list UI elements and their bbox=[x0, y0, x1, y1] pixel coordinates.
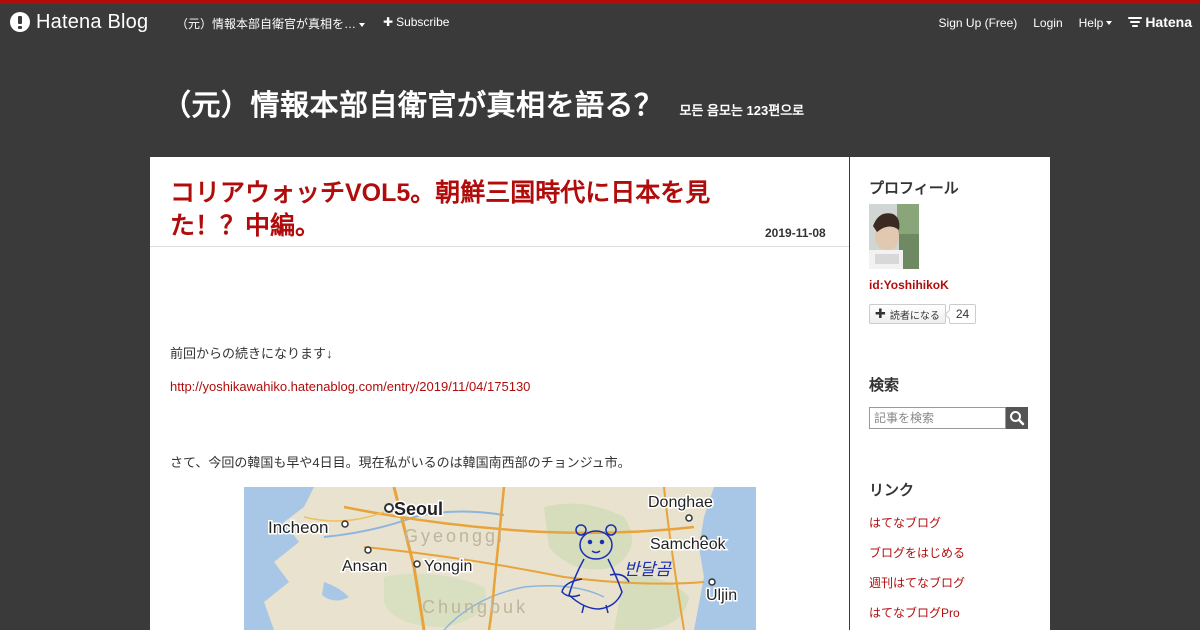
map-handwritten-label: 반달곰 bbox=[624, 560, 672, 580]
map-label-gyeonggi: Gyeonggi bbox=[404, 526, 505, 546]
search-heading: 検索 bbox=[869, 377, 900, 394]
subscribe-button[interactable]: ✚ 読者になる bbox=[869, 304, 946, 324]
subscribe-button-label: 読者になる bbox=[889, 310, 940, 322]
hatena-logo-text: Hatena bbox=[1145, 14, 1192, 30]
hatena-blog-logo-icon bbox=[10, 12, 30, 32]
hatena-blog-logo[interactable]: Hatena Blog bbox=[10, 11, 148, 33]
blog-title[interactable]: （元）情報本部自衛官が真相を語る？ bbox=[162, 82, 664, 124]
caret-down-icon bbox=[1106, 21, 1113, 26]
hatena-mark-icon bbox=[1128, 17, 1143, 27]
blog-switcher[interactable]: （元）情報本部自衛官が真相を… bbox=[176, 15, 366, 32]
entry-paragraph: さて、今回の韓国も早や4日目。現在私がいるのは韓国南西部のチョンジュ市。 bbox=[170, 455, 631, 470]
map-label-seoul: Seoul bbox=[394, 499, 443, 519]
map-svg: Seoul Incheon Gyeonggi Ansan Yongin Chun… bbox=[244, 487, 756, 630]
sidebar-link-pro[interactable]: はてなブログPro bbox=[869, 604, 960, 621]
entry-paragraph: 前回からの続きになります↓ bbox=[170, 346, 333, 361]
avatar-image bbox=[869, 204, 919, 269]
caret-down-icon bbox=[359, 22, 366, 27]
search-button[interactable] bbox=[1006, 407, 1028, 429]
global-header: Hatena Blog （元）情報本部自衛官が真相を… ✚ Subscribe S… bbox=[0, 4, 1200, 40]
login-link[interactable]: Login bbox=[1033, 16, 1062, 30]
help-label: Help bbox=[1078, 15, 1104, 30]
entry-divider bbox=[150, 246, 849, 247]
logo-text: Hatena Blog bbox=[36, 10, 149, 33]
map-label-uljin: Uljin bbox=[706, 587, 737, 604]
blog-switcher-label: （元）情報本部自衛官が真相を… bbox=[176, 17, 357, 31]
sidebar-link-weekly[interactable]: 週刊はてなブログ bbox=[869, 574, 965, 591]
profile-heading: プロフィール bbox=[869, 180, 959, 197]
subscribe-label: Subscribe bbox=[396, 15, 450, 29]
korea-map-image: Seoul Incheon Gyeonggi Ansan Yongin Chun… bbox=[244, 487, 756, 630]
plus-icon: ✚ bbox=[383, 15, 394, 29]
map-label-samcheok: Samcheok bbox=[650, 536, 727, 553]
map-label-ansan: Ansan bbox=[342, 558, 387, 575]
map-label-incheon: Incheon bbox=[268, 518, 329, 537]
previous-entry-link[interactable]: http://yoshikawahiko.hatenablog.com/entr… bbox=[170, 379, 530, 394]
map-label-chungbuk: Chungbuk bbox=[422, 597, 528, 617]
sidebar: プロフィール id:YoshihikoK ✚読者になる 24 検索 リンク はて… bbox=[850, 157, 1050, 630]
hatena-logo[interactable]: Hatena bbox=[1128, 14, 1192, 30]
help-menu[interactable]: Help bbox=[1079, 16, 1113, 30]
map-label-yongin: Yongin bbox=[424, 558, 472, 575]
search-icon bbox=[1010, 411, 1025, 426]
profile-avatar[interactable] bbox=[869, 204, 919, 269]
global-header-right: Sign Up (Free) Login Help Hatena bbox=[923, 14, 1192, 30]
search-input[interactable] bbox=[869, 407, 1006, 429]
subscriber-count: 24 bbox=[949, 304, 976, 324]
links-heading: リンク bbox=[869, 482, 915, 499]
subscribe-link[interactable]: ✚ Subscribe bbox=[383, 15, 449, 29]
profile-id-link[interactable]: id:YoshihikoK bbox=[869, 278, 949, 292]
blog-header: （元）情報本部自衛官が真相を語る？ 모든 음모는 123편으로 bbox=[162, 82, 804, 124]
entry-date[interactable]: 2019-11-08 bbox=[765, 226, 826, 240]
plus-icon: ✚ bbox=[875, 306, 886, 321]
sidebar-link-hatena-blog[interactable]: はてなブログ bbox=[869, 514, 941, 531]
map-label-donghae: Donghae bbox=[648, 494, 713, 511]
main-content: コリアウォッチVOL5。朝鮮三国時代に日本を見た！？中編。 2019-11-08… bbox=[150, 157, 849, 630]
entry-title[interactable]: コリアウォッチVOL5。朝鮮三国時代に日本を見た！？中編。 bbox=[170, 177, 760, 243]
sidebar-link-start-blog[interactable]: ブログをはじめる bbox=[869, 544, 965, 561]
signup-link[interactable]: Sign Up (Free) bbox=[939, 16, 1018, 30]
blog-description: 모든 음모는 123편으로 bbox=[679, 103, 805, 118]
